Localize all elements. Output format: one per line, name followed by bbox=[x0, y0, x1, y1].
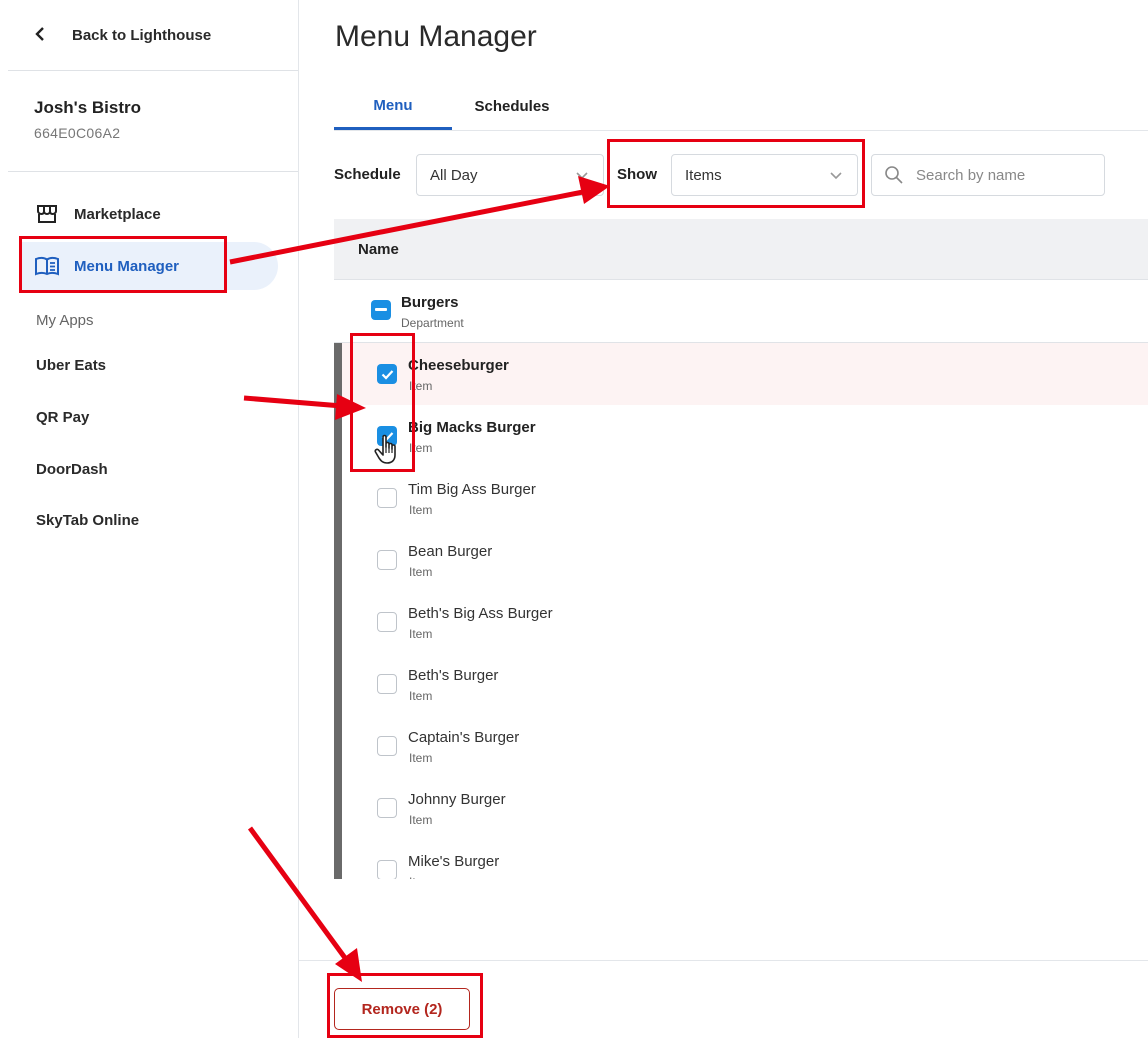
chevron-down-icon bbox=[829, 168, 843, 187]
sidebar-app-qr-pay[interactable]: QR Pay bbox=[36, 409, 89, 426]
item-name: Captain's Burger bbox=[408, 729, 520, 746]
table-row: Beth's Burger Item bbox=[334, 653, 1148, 716]
sidebar-item-menu-manager[interactable]: Menu Manager bbox=[20, 242, 278, 290]
sidebar-divider bbox=[8, 70, 298, 71]
item-checkbox[interactable] bbox=[377, 736, 397, 756]
sidebar-item-label: Marketplace bbox=[74, 205, 161, 223]
item-type: Item bbox=[409, 875, 432, 879]
back-label: Back to Lighthouse bbox=[72, 26, 212, 44]
business-id: 664E0C06A2 bbox=[34, 125, 121, 141]
sidebar-app-skytab-online[interactable]: SkyTab Online bbox=[36, 512, 139, 529]
table-row: Johnny Burger Item bbox=[334, 777, 1148, 840]
row-indent-bar bbox=[334, 839, 342, 879]
business-name: Josh's Bistro bbox=[34, 98, 142, 117]
schedule-select[interactable]: All Day bbox=[416, 154, 604, 196]
row-indent-bar bbox=[334, 405, 342, 467]
search-icon bbox=[884, 165, 904, 185]
menu-book-icon bbox=[34, 255, 60, 277]
show-select-value: Items bbox=[685, 166, 722, 184]
item-checkbox[interactable] bbox=[377, 364, 397, 384]
sidebar-divider bbox=[8, 171, 298, 172]
my-apps-heading: My Apps bbox=[36, 312, 94, 329]
row-indent-bar bbox=[334, 529, 342, 591]
search-input[interactable] bbox=[914, 165, 1098, 185]
remove-button[interactable]: Remove (2) bbox=[334, 988, 470, 1030]
item-type: Item bbox=[409, 751, 433, 765]
item-name: Beth's Burger bbox=[408, 667, 499, 684]
row-indent-bar bbox=[334, 715, 342, 777]
sidebar-item-label: Menu Manager bbox=[74, 257, 180, 275]
sidebar: Back to Lighthouse Josh's Bistro 664E0C0… bbox=[0, 0, 299, 1038]
department-name: Burgers bbox=[401, 294, 459, 311]
item-checkbox[interactable] bbox=[377, 674, 397, 694]
column-header-name: Name bbox=[358, 241, 399, 258]
minus-icon bbox=[375, 308, 387, 311]
item-checkbox[interactable] bbox=[377, 488, 397, 508]
item-type: Item bbox=[409, 627, 433, 641]
search-box bbox=[871, 154, 1105, 196]
page-title: Menu Manager bbox=[335, 20, 537, 53]
show-label: Show bbox=[617, 166, 657, 183]
store-icon bbox=[34, 203, 60, 225]
menu-table: Name Burgers Department Cheeseburger Item… bbox=[334, 219, 1148, 879]
item-name: Mike's Burger bbox=[408, 853, 500, 870]
sidebar-item-marketplace[interactable]: Marketplace bbox=[20, 190, 278, 238]
item-checkbox[interactable] bbox=[377, 798, 397, 818]
item-name: Big Macks Burger bbox=[408, 419, 536, 436]
row-indent-bar bbox=[334, 777, 342, 839]
item-type: Item bbox=[409, 503, 433, 517]
schedule-label: Schedule bbox=[334, 166, 401, 183]
item-name: Cheeseburger bbox=[408, 357, 509, 374]
item-type: Item bbox=[409, 441, 433, 455]
row-indent-bar bbox=[334, 653, 342, 715]
row-indent-bar bbox=[334, 591, 342, 653]
footer-divider bbox=[299, 960, 1148, 961]
table-row: Mike's Burger Item bbox=[334, 839, 1148, 879]
chevron-down-icon bbox=[575, 168, 589, 187]
department-row: Burgers Department bbox=[334, 280, 1148, 343]
table-row: Captain's Burger Item bbox=[334, 715, 1148, 778]
table-header: Name bbox=[334, 219, 1148, 280]
item-type: Item bbox=[409, 813, 433, 827]
table-row: Big Macks Burger Item bbox=[334, 405, 1148, 468]
item-type: Item bbox=[409, 565, 433, 579]
department-checkbox[interactable] bbox=[371, 300, 391, 320]
department-type: Department bbox=[401, 316, 464, 330]
hand-cursor-icon bbox=[374, 434, 396, 464]
item-name: Johnny Burger bbox=[408, 791, 506, 808]
item-name: Bean Burger bbox=[408, 543, 493, 560]
item-checkbox[interactable] bbox=[377, 612, 397, 632]
table-row: Beth's Big Ass Burger Item bbox=[334, 591, 1148, 654]
sidebar-app-doordash[interactable]: DoorDash bbox=[36, 461, 108, 478]
item-type: Item bbox=[409, 379, 433, 393]
row-indent-bar bbox=[334, 343, 342, 405]
tab-schedules[interactable]: Schedules bbox=[462, 84, 562, 128]
item-type: Item bbox=[409, 689, 433, 703]
table-row: Tim Big Ass Burger Item bbox=[334, 467, 1148, 530]
tab-menu[interactable]: Menu bbox=[334, 84, 452, 130]
table-row: Bean Burger Item bbox=[334, 529, 1148, 592]
tab-bar: Menu Schedules bbox=[334, 84, 1148, 131]
back-to-lighthouse-link[interactable]: Back to Lighthouse bbox=[34, 22, 211, 48]
check-icon bbox=[381, 369, 393, 380]
row-indent-bar bbox=[334, 467, 342, 529]
item-name: Tim Big Ass Burger bbox=[408, 481, 536, 498]
show-select[interactable]: Items bbox=[671, 154, 858, 196]
sidebar-app-uber-eats[interactable]: Uber Eats bbox=[36, 357, 106, 374]
table-row: Cheeseburger Item bbox=[334, 343, 1148, 406]
item-name: Beth's Big Ass Burger bbox=[408, 605, 553, 622]
chevron-left-icon bbox=[34, 25, 54, 46]
schedule-select-value: All Day bbox=[430, 166, 478, 184]
item-checkbox[interactable] bbox=[377, 550, 397, 570]
item-checkbox[interactable] bbox=[377, 860, 397, 879]
